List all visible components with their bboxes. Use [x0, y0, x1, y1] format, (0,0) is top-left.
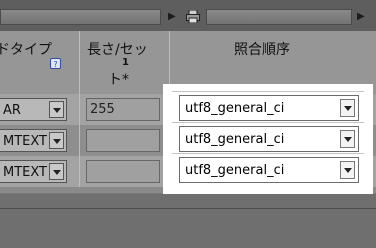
header-field-type: ドタイプ ? — [0, 31, 80, 94]
header-length: 長さ/セッ 1 ト* — [80, 31, 170, 94]
type-select[interactable]: MTEXT — [0, 160, 67, 183]
horizontal-scrollbar-left[interactable] — [0, 9, 161, 25]
type-select-value: AR — [3, 103, 21, 118]
toolbar: ▶ ▶ — [0, 0, 376, 31]
collation-select[interactable]: utf8_general_ci — [179, 95, 359, 121]
length-label-line2: ト* — [108, 72, 129, 88]
field-type-label: ドタイプ — [0, 42, 52, 58]
footer-area — [0, 194, 376, 248]
question-icon[interactable]: ? — [50, 58, 61, 69]
collation-select-value: utf8_general_ci — [185, 163, 285, 178]
chevron-down-icon[interactable] — [49, 163, 64, 180]
print-icon[interactable] — [186, 10, 200, 23]
column-divider — [79, 156, 80, 187]
length-input[interactable] — [86, 129, 160, 152]
column-divider — [79, 94, 80, 125]
length-label-line1: 長さ/セッ — [87, 42, 148, 58]
chevron-down-icon[interactable] — [49, 101, 64, 118]
length-input-value: 255 — [90, 102, 115, 117]
collation-select-value: utf8_general_ci — [185, 101, 285, 116]
collation-label: 照合順序 — [234, 42, 290, 58]
column-divider — [79, 125, 80, 156]
length-input[interactable]: 255 — [86, 98, 160, 121]
chevron-down-icon[interactable] — [340, 161, 355, 179]
type-select-value: MTEXT — [3, 134, 47, 149]
length-footnote: 1 — [122, 57, 129, 68]
type-select[interactable]: AR — [0, 98, 67, 121]
type-select[interactable]: MTEXT — [0, 129, 67, 152]
scroll-right-arrow-icon[interactable]: ▶ — [168, 11, 176, 23]
collation-select-value: utf8_general_ci — [185, 132, 285, 147]
footer-divider — [0, 208, 376, 209]
scroll-right-arrow-icon-2[interactable]: ▶ — [357, 11, 365, 23]
collation-select[interactable]: utf8_general_ci — [179, 157, 359, 183]
chevron-down-icon[interactable] — [340, 99, 355, 117]
horizontal-scrollbar-right[interactable] — [206, 9, 352, 25]
chevron-down-icon[interactable] — [49, 132, 64, 149]
collation-select[interactable]: utf8_general_ci — [179, 126, 359, 152]
chevron-down-icon[interactable] — [340, 130, 355, 148]
length-input[interactable] — [86, 160, 160, 183]
type-select-value: MTEXT — [3, 165, 47, 180]
